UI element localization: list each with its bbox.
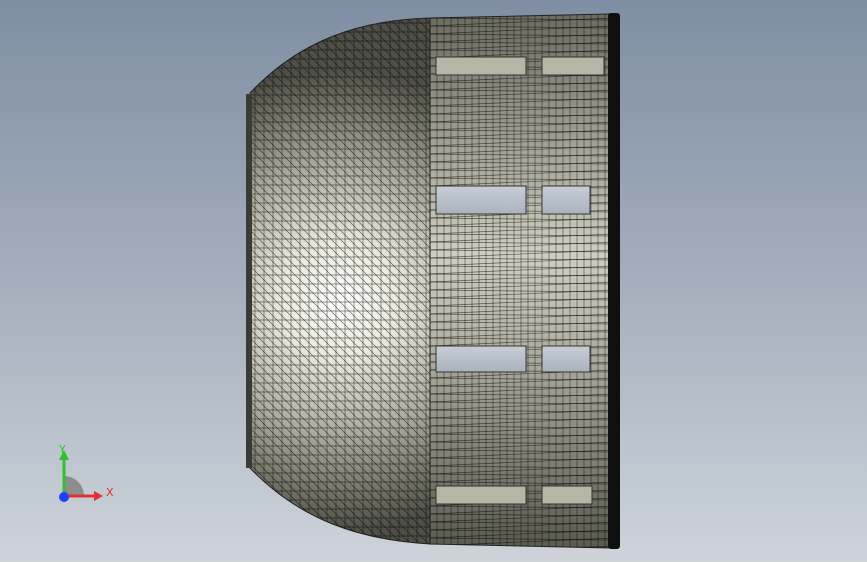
slot-upper-left bbox=[435, 185, 527, 215]
x-axis-label: X bbox=[106, 486, 114, 499]
graphics-viewport[interactable]: Y X bbox=[0, 0, 867, 562]
slot-lower-right bbox=[541, 345, 591, 373]
slot-top-left bbox=[435, 56, 527, 76]
meshed-model[interactable] bbox=[0, 0, 867, 562]
slot-lower-left bbox=[435, 345, 527, 373]
slot-top-right bbox=[541, 56, 605, 76]
z-axis-dot bbox=[59, 492, 69, 502]
slot-upper-right bbox=[541, 185, 591, 215]
axis-triad: Y X bbox=[58, 443, 114, 502]
right-rim bbox=[608, 13, 620, 549]
left-flange bbox=[246, 94, 252, 468]
slot-bottom-left bbox=[435, 485, 527, 505]
y-axis-label: Y bbox=[58, 443, 66, 456]
x-axis-arrow bbox=[94, 491, 103, 501]
dome-surface bbox=[249, 17, 431, 545]
slot-bottom-right bbox=[541, 485, 593, 505]
